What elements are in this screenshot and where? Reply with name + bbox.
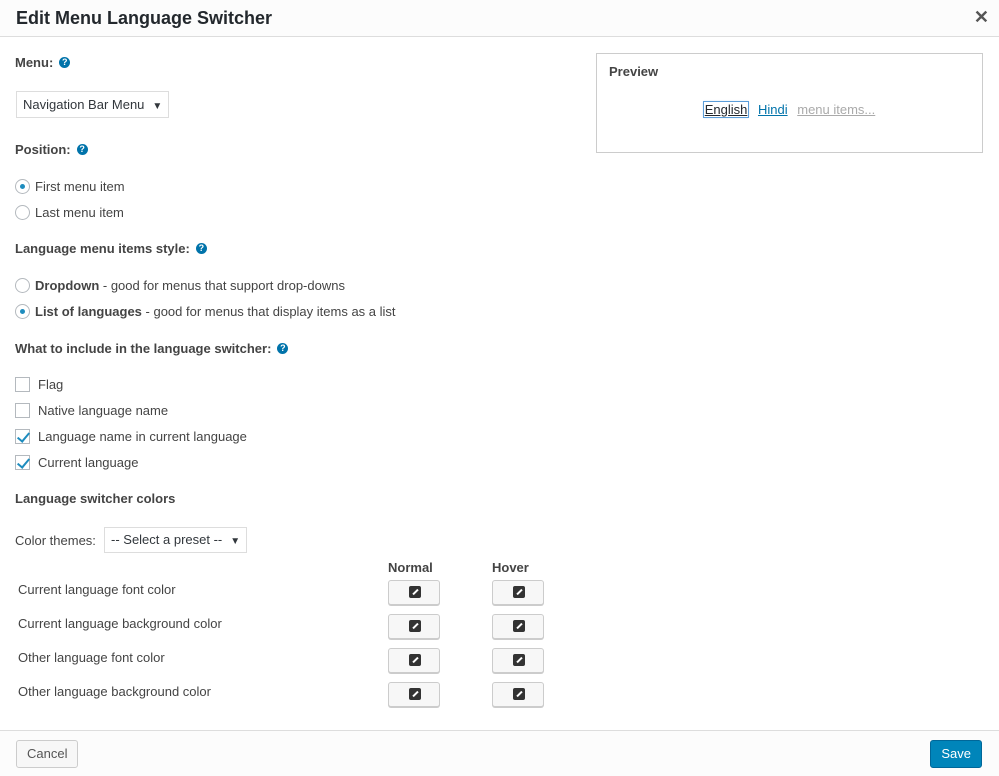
color-picker-button[interactable] (388, 682, 440, 707)
color-picker-button[interactable] (492, 614, 544, 639)
radio-label: List of languages (35, 304, 142, 319)
color-picker-button[interactable] (492, 682, 544, 707)
radio-icon[interactable] (15, 179, 30, 194)
dialog-header: Edit Menu Language Switcher ✕ (0, 0, 999, 37)
menu-select[interactable]: Navigation Bar Menu ▼ (16, 91, 170, 118)
themes-select[interactable]: -- Select a preset -- ▼ (104, 527, 248, 553)
dialog-footer: Cancel Save (0, 730, 999, 776)
preview-link-menu-items[interactable]: menu items... (797, 102, 875, 117)
themes-label: Color themes: (15, 533, 96, 548)
include-label-text: What to include in the language switcher… (15, 341, 272, 356)
color-picker-icon (409, 620, 421, 632)
radio-icon[interactable] (15, 278, 30, 293)
menu-select-value: Navigation Bar Menu (23, 97, 145, 112)
include-label: What to include in the language switcher… (15, 341, 289, 356)
close-icon[interactable]: ✕ (974, 7, 989, 28)
col-normal: Normal (388, 560, 433, 575)
caret-down-icon: ▼ (230, 536, 241, 547)
color-picker-button[interactable] (492, 648, 544, 673)
radio-icon[interactable] (15, 304, 30, 319)
radio-label: Last menu item (35, 205, 124, 220)
radio-desc: - good for menus that support drop-downs (99, 278, 345, 293)
color-row-label: Other language background color (18, 684, 211, 699)
radio-icon[interactable] (15, 205, 30, 220)
include-native-checkbox[interactable]: Native language name (15, 403, 168, 418)
help-icon[interactable]: ? (59, 57, 71, 68)
checkbox-label: Native language name (38, 403, 169, 418)
position-last-radio[interactable]: Last menu item (15, 205, 124, 220)
cancel-button[interactable]: Cancel (16, 740, 79, 768)
preview-box: Preview English Hindi menu items... (596, 53, 983, 153)
color-picker-icon (513, 620, 525, 632)
caret-down-icon: ▼ (152, 101, 163, 112)
color-picker-icon (513, 688, 525, 700)
preview-links: English Hindi menu items... (597, 101, 982, 118)
menu-label: Menu:? (15, 55, 71, 70)
dialog-title: Edit Menu Language Switcher (16, 8, 273, 28)
color-picker-icon (409, 688, 421, 700)
radio-label: Dropdown (35, 278, 100, 293)
checkbox-icon[interactable] (15, 403, 30, 418)
checkmark-icon[interactable] (15, 455, 30, 470)
radio-desc: - good for menus that display items as a… (141, 304, 396, 319)
position-label: Position:? (15, 142, 88, 157)
color-picker-icon (513, 654, 525, 666)
save-button[interactable]: Save (930, 740, 982, 768)
color-picker-button[interactable] (388, 580, 440, 605)
position-label-text: Position: (15, 142, 71, 157)
radio-label: First menu item (35, 179, 125, 194)
color-picker-button[interactable] (388, 648, 440, 673)
checkbox-label: Current language (38, 455, 139, 470)
color-row-label: Current language background color (18, 616, 222, 631)
colors-heading: Language switcher colors (15, 491, 176, 506)
position-first-radio[interactable]: First menu item (15, 179, 125, 194)
checkbox-label: Language name in current language (38, 429, 247, 444)
style-label: Language menu items style:? (15, 241, 207, 256)
preview-link-english[interactable]: English (702, 101, 750, 118)
color-picker-icon (409, 654, 421, 666)
col-hover: Hover (492, 560, 529, 575)
menu-label-text: Menu: (15, 55, 54, 70)
help-icon[interactable]: ? (277, 343, 289, 354)
color-row-label: Current language font color (18, 582, 176, 597)
checkbox-label: Flag (38, 377, 64, 392)
include-current-lang-checkbox[interactable]: Current language (15, 455, 138, 470)
checkbox-icon[interactable] (15, 377, 30, 392)
help-icon[interactable]: ? (76, 144, 88, 155)
style-label-text: Language menu items style: (15, 241, 190, 256)
include-current-name-checkbox[interactable]: Language name in current language (15, 429, 247, 444)
themes-select-value: -- Select a preset -- (111, 532, 223, 547)
help-icon[interactable]: ? (195, 243, 207, 254)
color-picker-button[interactable] (388, 614, 440, 639)
checkmark-icon[interactable] (15, 429, 30, 444)
include-flag-checkbox[interactable]: Flag (15, 377, 63, 392)
color-picker-icon (409, 586, 421, 598)
style-list-radio[interactable]: List of languages - good for menus that … (15, 304, 396, 319)
preview-title: Preview (609, 64, 659, 79)
preview-link-hindi[interactable]: Hindi (758, 102, 788, 117)
color-row-label: Other language font color (18, 650, 165, 665)
style-dropdown-radio[interactable]: Dropdown - good for menus that support d… (15, 278, 345, 293)
color-picker-icon (513, 586, 525, 598)
color-picker-button[interactable] (492, 580, 544, 605)
